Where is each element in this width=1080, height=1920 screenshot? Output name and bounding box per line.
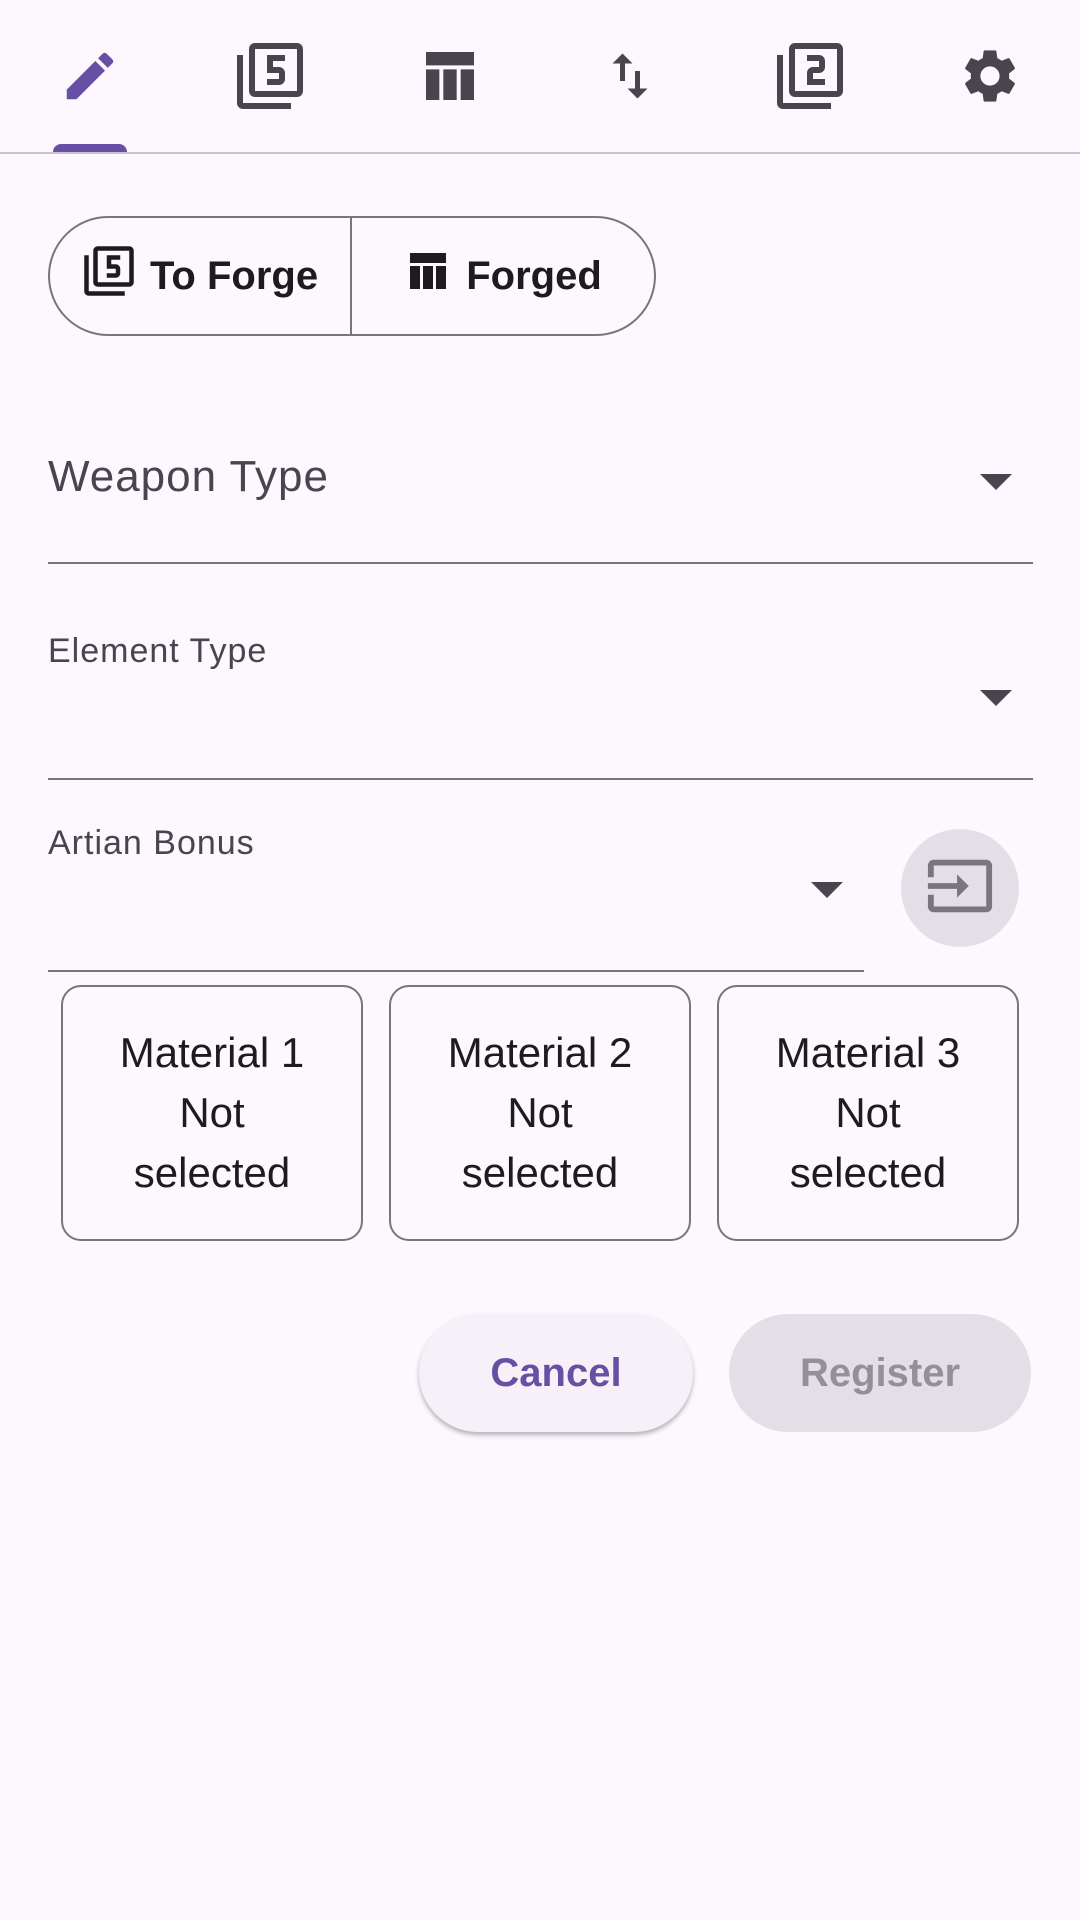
material-3-card[interactable]: Material 3 Not selected: [717, 985, 1019, 1241]
tab-filter-two[interactable]: [720, 0, 900, 152]
material-1-status-line-1: Not: [179, 1089, 245, 1136]
material-3-status-line-1: Not: [835, 1089, 901, 1136]
artian-bonus-dropdown[interactable]: Artian Bonus: [48, 812, 864, 972]
element-type-dropdown[interactable]: Element Type: [48, 620, 1033, 780]
material-2-status-line-2: selected: [461, 1149, 619, 1196]
chevron-down-icon: [811, 882, 843, 898]
segment-to-forge[interactable]: To Forge: [50, 218, 352, 334]
segment-forged-label: Forged: [466, 253, 602, 298]
element-type-label: Element Type: [48, 632, 268, 670]
material-1-status-line-2: selected: [133, 1149, 291, 1196]
tab-import-export[interactable]: [540, 0, 720, 152]
tab-selected-indicator: [53, 144, 127, 152]
segment-forged[interactable]: Forged: [352, 218, 654, 334]
input-icon: [925, 851, 995, 926]
filter-2-icon: [774, 40, 846, 112]
tab-edit[interactable]: [0, 0, 180, 152]
weapon-type-placeholder: Weapon Type: [48, 452, 329, 501]
top-tab-bar: [0, 0, 1080, 154]
weapon-type-dropdown[interactable]: Weapon Type: [48, 418, 1033, 564]
gear-icon: [958, 44, 1022, 108]
material-2-title: Material 2: [447, 1029, 633, 1076]
tab-forged-table[interactable]: [360, 0, 540, 152]
register-button[interactable]: Register: [729, 1314, 1031, 1432]
segment-to-forge-label: To Forge: [149, 253, 319, 298]
cancel-button[interactable]: Cancel: [419, 1314, 693, 1432]
filter-5-icon: [234, 40, 306, 112]
swap-vert-icon: [600, 46, 660, 106]
chevron-down-icon: [980, 474, 1012, 490]
material-3-status-line-2: selected: [789, 1149, 947, 1196]
artian-bonus-apply-button[interactable]: [901, 829, 1019, 947]
table-icon: [404, 247, 452, 305]
material-3-title: Material 3: [775, 1029, 961, 1076]
forge-status-segmented-button: To Forge Forged: [48, 216, 656, 336]
material-2-card[interactable]: Material 2 Not selected: [389, 985, 691, 1241]
material-1-card[interactable]: Material 1 Not selected: [61, 985, 363, 1241]
tab-settings[interactable]: [900, 0, 1080, 152]
filter-5-icon: [82, 244, 136, 308]
chevron-down-icon: [980, 690, 1012, 706]
material-1-title: Material 1: [119, 1029, 305, 1076]
artian-bonus-label: Artian Bonus: [48, 824, 255, 862]
table-icon: [418, 44, 482, 108]
material-2-status-line-1: Not: [507, 1089, 573, 1136]
pencil-icon: [59, 45, 121, 107]
tab-to-forge-list[interactable]: [180, 0, 360, 152]
